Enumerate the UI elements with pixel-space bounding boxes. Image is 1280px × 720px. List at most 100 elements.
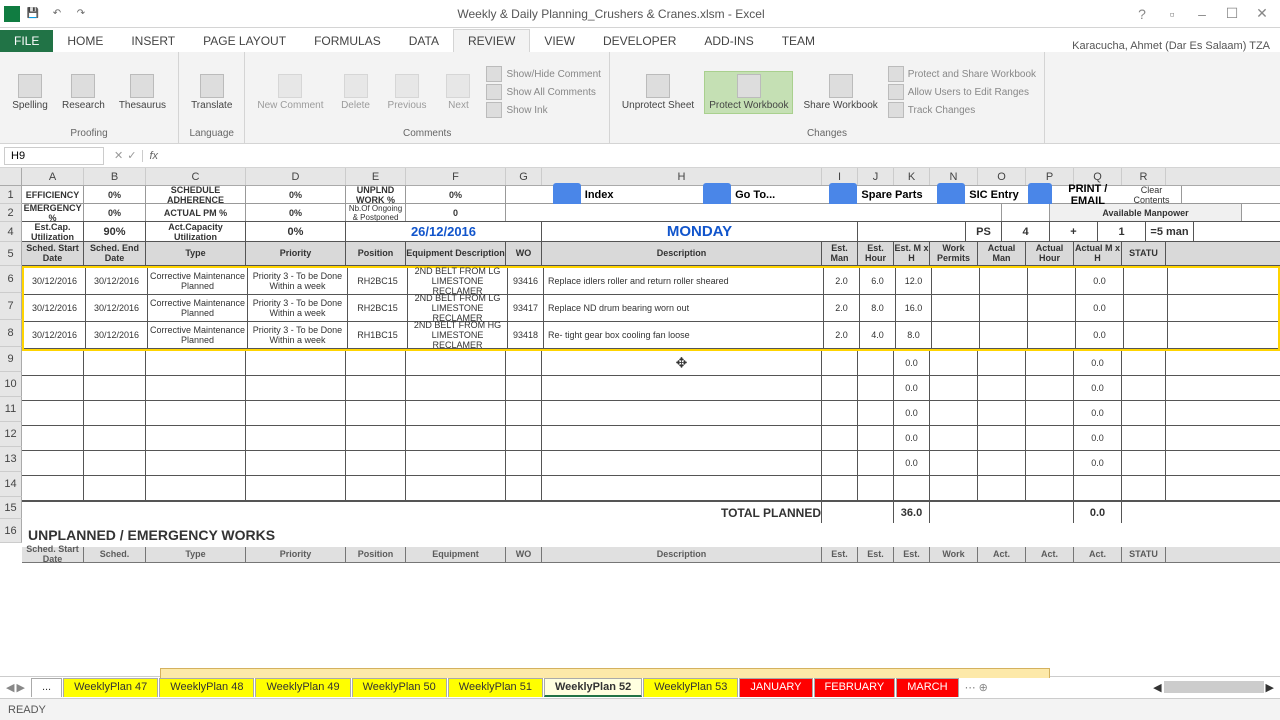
row-header-7[interactable]: 7 <box>0 293 22 320</box>
sheet-tab[interactable]: WeeklyPlan 53 <box>643 678 738 697</box>
ribbon-options-icon[interactable]: ▫ <box>1160 2 1184 26</box>
row-header-13[interactable]: 13 <box>0 447 22 472</box>
col-header-B[interactable]: B <box>84 168 146 185</box>
show-ink[interactable]: Show Ink <box>486 102 547 118</box>
protect-share-workbook[interactable]: Protect and Share Workbook <box>888 66 1036 82</box>
tab-insert[interactable]: INSERT <box>117 30 189 52</box>
protect-workbook-button[interactable]: Protect Workbook <box>704 71 793 114</box>
tab-developer[interactable]: DEVELOPER <box>589 30 690 52</box>
sheet-tab[interactable]: WeeklyPlan 48 <box>159 678 254 697</box>
row-header-9[interactable]: 9 <box>0 347 22 372</box>
select-all-corner[interactable] <box>0 168 22 185</box>
sheet-tab[interactable]: FEBRUARY <box>814 678 896 697</box>
tab-nav-last-icon[interactable]: ▶ <box>16 681 24 694</box>
sheet-tab[interactable]: WeeklyPlan 47 <box>63 678 158 697</box>
help-icon[interactable]: ? <box>1130 2 1154 26</box>
show-all-comments[interactable]: Show All Comments <box>486 84 595 100</box>
sheet-tab[interactable]: WeeklyPlan 49 <box>255 678 350 697</box>
col-header-F[interactable]: F <box>406 168 506 185</box>
row-header-15[interactable]: 15 <box>0 497 22 519</box>
tab-formulas[interactable]: FORMULAS <box>300 30 395 52</box>
row-header-12[interactable]: 12 <box>0 422 22 447</box>
maximize-icon[interactable]: ☐ <box>1220 2 1244 26</box>
minimize-icon[interactable]: – <box>1190 2 1214 26</box>
hscroll-left-icon[interactable]: ◀ <box>1153 681 1161 694</box>
qat-save-icon[interactable]: 💾 <box>22 3 44 25</box>
col-header-E[interactable]: E <box>346 168 406 185</box>
account-name[interactable]: Karacucha, Ahmet (Dar Es Salaam) TZA <box>1072 40 1270 52</box>
track-changes[interactable]: Track Changes <box>888 102 975 118</box>
table-row[interactable]: 0.00.0 <box>22 376 1280 401</box>
nav-spare[interactable]: Spare Parts <box>829 183 922 207</box>
close-icon[interactable]: ✕ <box>1250 2 1274 26</box>
sheet-tab[interactable]: JANUARY <box>739 678 812 697</box>
nav-print[interactable]: PRINT / EMAIL <box>1028 183 1120 207</box>
table-row[interactable] <box>22 476 1280 501</box>
sheet-tab[interactable]: WeeklyPlan 52 <box>544 678 642 697</box>
row-header-4[interactable]: 4 <box>0 222 22 242</box>
qat-undo-icon[interactable]: ↶ <box>46 3 68 25</box>
table-row[interactable]: 0.00.0 <box>22 451 1280 476</box>
col-header-D[interactable]: D <box>246 168 346 185</box>
new-comment-button[interactable]: New Comment <box>253 72 327 113</box>
allow-users-edit[interactable]: Allow Users to Edit Ranges <box>888 84 1029 100</box>
qat-redo-icon[interactable]: ↷ <box>70 3 92 25</box>
row-header-8[interactable]: 8 <box>0 320 22 347</box>
table-row[interactable]: 30/12/201630/12/2016Corrective Maintenan… <box>24 268 1278 295</box>
sheet-tab[interactable]: ... <box>31 678 62 697</box>
sheet-tab[interactable]: WeeklyPlan 51 <box>448 678 543 697</box>
nav-index[interactable]: Index <box>553 183 614 207</box>
spelling-button[interactable]: Spelling <box>8 72 52 113</box>
nav-goto[interactable]: Go To... <box>703 183 775 207</box>
share-workbook-button[interactable]: Share Workbook <box>799 72 881 113</box>
hscroll-thumb[interactable] <box>1164 681 1264 693</box>
table-row[interactable]: ✥0.00.0 <box>22 351 1280 376</box>
tab-team[interactable]: TEAM <box>768 30 829 52</box>
tab-home[interactable]: HOME <box>53 30 117 52</box>
show-hide-comment[interactable]: Show/Hide Comment <box>486 66 600 82</box>
translate-button[interactable]: Translate <box>187 72 236 113</box>
col-header-G[interactable]: G <box>506 168 542 185</box>
row-header-6[interactable]: 6 <box>0 266 22 293</box>
thesaurus-button[interactable]: Thesaurus <box>115 72 170 113</box>
col-header-A[interactable]: A <box>22 168 84 185</box>
tab-page-layout[interactable]: PAGE LAYOUT <box>189 30 300 52</box>
nav-sic[interactable]: SIC Entry <box>937 183 1019 207</box>
sheet-tab[interactable]: MARCH <box>896 678 958 697</box>
delete-comment-button[interactable]: Delete <box>334 72 378 113</box>
row-header-5[interactable]: 5 <box>0 242 22 266</box>
row-header-11[interactable]: 11 <box>0 397 22 422</box>
row-header-16[interactable]: 16 <box>0 519 22 543</box>
table-row[interactable]: 30/12/201630/12/2016Corrective Maintenan… <box>24 295 1278 322</box>
col-header-C[interactable]: C <box>146 168 246 185</box>
unprotect-sheet-button[interactable]: Unprotect Sheet <box>618 72 698 113</box>
row-header-10[interactable]: 10 <box>0 372 22 397</box>
table-row[interactable]: 30/12/201630/12/2016Corrective Maintenan… <box>24 322 1278 349</box>
cancel-formula-icon[interactable]: ✕ <box>114 149 123 162</box>
name-box[interactable] <box>4 147 104 165</box>
tab-addins[interactable]: ADD-INS <box>690 30 767 52</box>
row-header-2[interactable]: 2 <box>0 204 22 222</box>
col-header-R[interactable]: R <box>1122 168 1166 185</box>
enter-formula-icon[interactable]: ✓ <box>127 149 136 162</box>
row-header-14[interactable]: 14 <box>0 472 22 497</box>
tab-nav-first-icon[interactable]: ◀ <box>6 681 14 694</box>
fx-icon[interactable]: fx <box>142 150 164 162</box>
nav-clear[interactable]: Clear Contents <box>1124 185 1179 205</box>
tab-view[interactable]: VIEW <box>530 30 589 52</box>
table-row[interactable]: 0.00.0 <box>22 401 1280 426</box>
research-button[interactable]: Research <box>58 72 109 113</box>
tab-review[interactable]: REVIEW <box>453 29 530 52</box>
tab-data[interactable]: DATA <box>395 30 453 52</box>
tab-more-icon[interactable]: ⋯ ⊕ <box>959 681 994 694</box>
hscroll-right-icon[interactable]: ▶ <box>1266 681 1274 694</box>
tab-file[interactable]: FILE <box>0 30 53 52</box>
row-header-1[interactable]: 1 <box>0 186 22 204</box>
window-title: Weekly & Daily Planning_Crushers & Crane… <box>92 7 1130 21</box>
sheet-tab[interactable]: WeeklyPlan 50 <box>352 678 447 697</box>
prev-comment-button[interactable]: Previous <box>384 72 431 113</box>
group-changes-label: Changes <box>618 128 1036 139</box>
worksheet[interactable]: ABCDEFGHIJKNOPQR 1245678910111213141516 … <box>0 168 1280 678</box>
next-comment-button[interactable]: Next <box>436 72 480 113</box>
table-row[interactable]: 0.00.0 <box>22 426 1280 451</box>
